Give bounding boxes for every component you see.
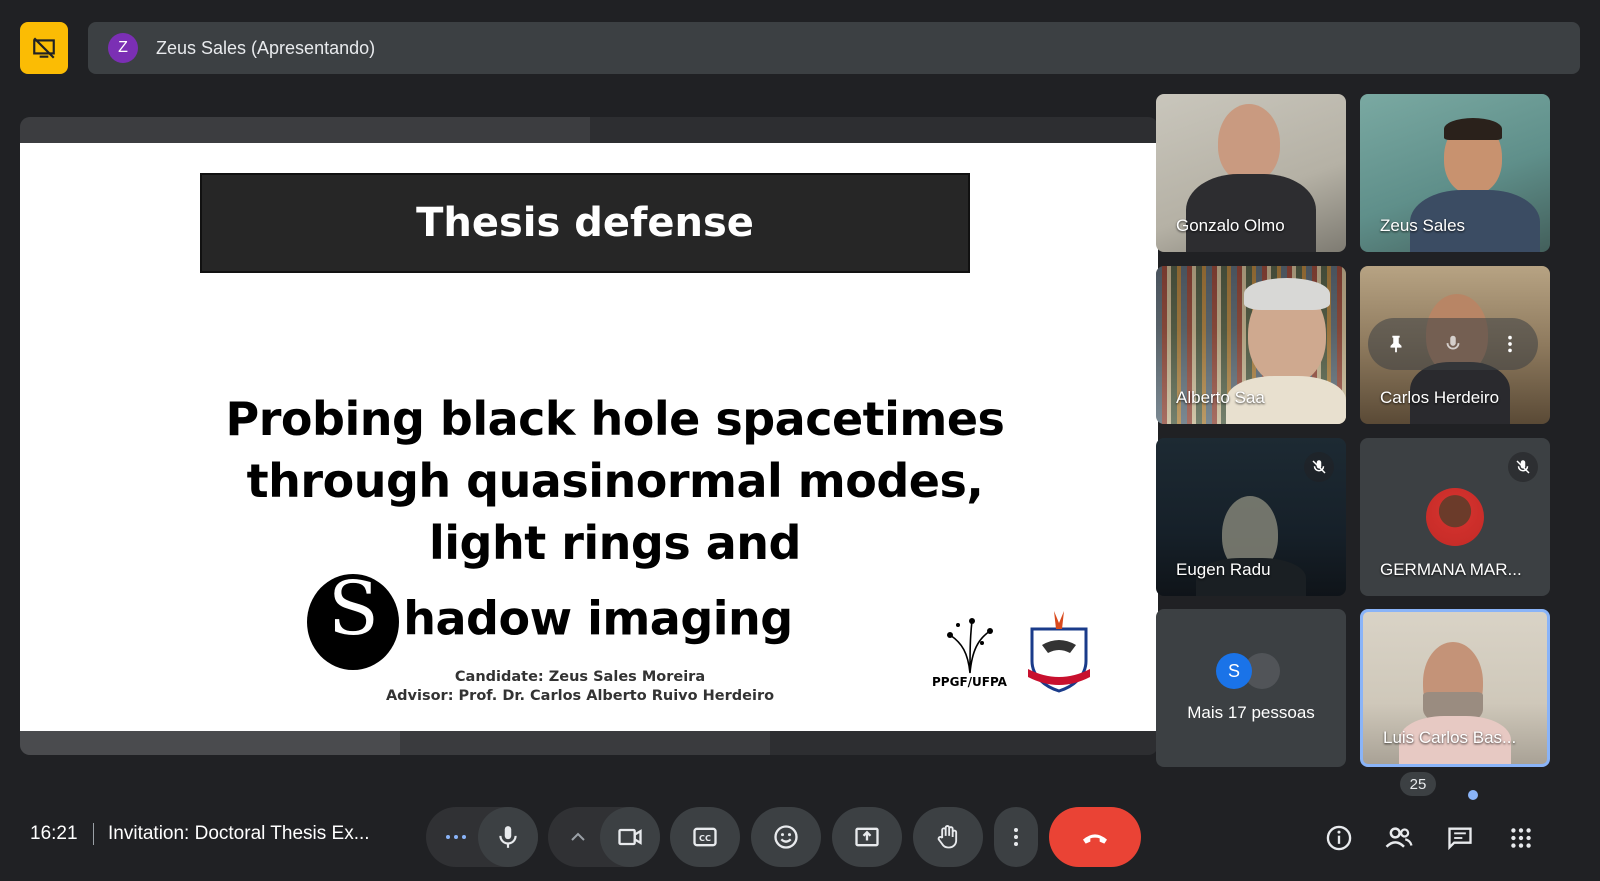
slide-title-box: Thesis defense	[200, 173, 970, 273]
participant-tile[interactable]: GERMANA MAR...	[1360, 438, 1550, 596]
participant-tile[interactable]: Gonzalo Olmo	[1156, 94, 1346, 252]
participant-avatar	[1426, 488, 1484, 546]
participant-name: Zeus Sales	[1380, 216, 1466, 235]
more-participants-label: Mais 17 pessoas	[1187, 703, 1315, 722]
muted-indicator	[1508, 452, 1538, 482]
mic-options-icon[interactable]	[426, 807, 486, 867]
end-call-button[interactable]	[1049, 807, 1141, 867]
mic-button[interactable]	[478, 807, 538, 867]
pin-icon[interactable]	[1385, 333, 1407, 355]
people-button[interactable]	[1384, 823, 1414, 853]
closed-captions-icon: CC	[693, 827, 717, 847]
top-bar: Z Zeus Sales (Apresentando)	[20, 22, 1580, 74]
participant-tile[interactable]: Alberto Saa	[1156, 266, 1346, 424]
participant-name: Eugen Radu	[1176, 560, 1271, 579]
info-icon	[1326, 825, 1352, 851]
mic-icon[interactable]	[1442, 333, 1464, 355]
present-screen-icon	[855, 827, 879, 847]
mic-off-icon	[1312, 460, 1326, 474]
chat-notification-dot	[1468, 790, 1478, 800]
tile-hover-controls	[1368, 318, 1538, 370]
participant-name: Alberto Saa	[1176, 388, 1265, 407]
camera-button[interactable]	[600, 807, 660, 867]
presentation-slide: Thesis defense Probing black hole spacet…	[20, 143, 1158, 731]
s-logo-icon	[307, 574, 400, 670]
ufpa-crest-icon	[1028, 611, 1090, 693]
clock-time: 16:21	[30, 823, 78, 844]
presenter-bar: Z Zeus Sales (Apresentando)	[88, 22, 1580, 74]
ppgf-logo-text: PPGF/UFPA	[932, 675, 1007, 689]
meeting-details-button[interactable]	[1324, 823, 1354, 853]
mic-control-group	[426, 807, 538, 867]
participant-name: Carlos Herdeiro	[1380, 388, 1500, 407]
chat-icon	[1448, 827, 1472, 851]
presentation-toggle-button[interactable]	[20, 22, 68, 74]
meeting-title: Invitation: Doctoral Thesis Ex...	[108, 823, 370, 844]
participant-tile[interactable]: Carlos Herdeiro	[1360, 266, 1550, 424]
more-participants-tile[interactable]: S Mais 17 pessoas	[1156, 609, 1346, 767]
participant-name: Luis Carlos Bas...	[1383, 728, 1517, 747]
slide-main-title: Probing black hole spacetimes through qu…	[200, 388, 1030, 670]
chevron-up-icon[interactable]	[548, 807, 608, 867]
participant-tile[interactable]: Eugen Radu	[1156, 438, 1346, 596]
participant-count-badge: 25	[1400, 772, 1436, 796]
self-view-tile[interactable]: Luis Carlos Bas...	[1360, 609, 1550, 767]
svg-text:CC: CC	[699, 833, 711, 843]
presenter-label: Zeus Sales (Apresentando)	[156, 37, 376, 58]
present-screen-button[interactable]	[832, 807, 902, 867]
reactions-button[interactable]	[751, 807, 821, 867]
apps-grid-icon	[1511, 828, 1531, 848]
camera-icon	[618, 828, 642, 846]
participant-name: Gonzalo Olmo	[1176, 216, 1285, 235]
mic-icon	[499, 826, 517, 848]
captions-button[interactable]: CC	[670, 807, 740, 867]
slide-credits: Candidate: Zeus Sales Moreira Advisor: P…	[385, 669, 775, 704]
hang-up-icon	[1083, 834, 1107, 844]
muted-indicator	[1304, 452, 1334, 482]
present-off-icon	[33, 37, 55, 59]
participant-avatar: S	[1216, 653, 1252, 689]
slide-title: Thesis defense	[416, 200, 754, 246]
people-icon	[1385, 827, 1413, 848]
bottom-bar: 16:21 Invitation: Doctoral Thesis Ex... …	[0, 785, 1600, 881]
emoji-icon	[774, 825, 798, 849]
presenter-avatar: Z	[108, 33, 138, 63]
activities-button[interactable]	[1506, 823, 1536, 853]
meeting-info: 16:21	[30, 823, 109, 845]
participant-name: GERMANA MAR...	[1380, 560, 1522, 579]
hand-icon	[937, 825, 958, 849]
more-options-icon[interactable]	[1499, 333, 1521, 355]
more-options-button[interactable]	[994, 807, 1038, 867]
presentation-stage: Thesis defense Probing black hole spacet…	[20, 117, 1158, 755]
mic-off-icon	[1516, 460, 1530, 474]
chat-button[interactable]	[1445, 823, 1475, 853]
camera-control-group	[548, 807, 660, 867]
more-vert-icon	[1014, 828, 1018, 846]
participant-tile[interactable]: Zeus Sales	[1360, 94, 1550, 252]
raise-hand-button[interactable]	[913, 807, 983, 867]
